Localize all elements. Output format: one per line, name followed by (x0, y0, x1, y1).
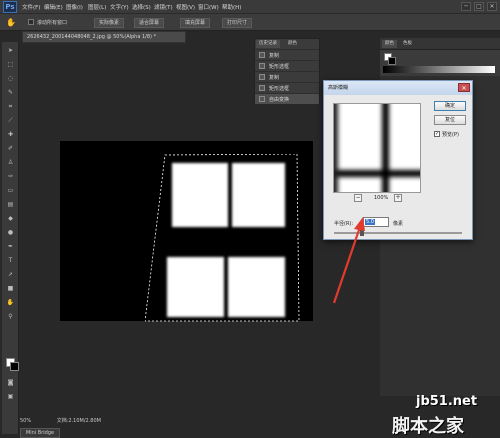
history-item[interactable]: 复制 (255, 71, 319, 82)
history-item-label: 复制 (269, 75, 280, 81)
brush-tool-icon[interactable]: ✐ (6, 146, 15, 152)
watermark-site: jb51.net (416, 394, 478, 409)
lasso-tool-icon[interactable]: ◌ (6, 76, 15, 82)
menu-help[interactable]: 帮助(H) (222, 3, 241, 11)
quick-mask-icon[interactable]: ◙ (6, 380, 15, 386)
history-state-icon (259, 85, 265, 91)
history-brush-tool-icon[interactable]: ✑ (6, 174, 15, 180)
history-item-label: 自由变换 (269, 97, 290, 103)
photoshop-logo-icon: Ps (3, 1, 17, 13)
preview-checkbox[interactable]: ✓ (434, 131, 440, 137)
tools-panel: ➤ ⬚ ◌ ✎ ⌗ ⟋ ✚ ✐ ♙ ✑ ▭ ▤ ◆ ● ✒ T ➚ ■ ✋ ⚲ … (2, 42, 19, 434)
close-icon[interactable]: ✕ (458, 83, 470, 92)
path-select-tool-icon[interactable]: ➚ (6, 272, 15, 278)
pen-tool-icon[interactable]: ✒ (6, 244, 15, 250)
menu-window[interactable]: 窗口(W) (198, 3, 219, 11)
hand-tool-icon[interactable]: ✋ (6, 300, 15, 306)
background-color-swatch[interactable] (10, 362, 19, 371)
preview-label: 预览(P) (442, 132, 459, 138)
history-state-icon (259, 52, 265, 58)
document-canvas[interactable] (60, 141, 313, 322)
history-item-label: 复制 (269, 53, 280, 59)
history-item-label: 矩形选框 (269, 64, 290, 70)
tab-swatches[interactable]: 色板 (400, 40, 415, 48)
zoom-level[interactable]: 50% (20, 418, 31, 424)
radius-unit: 像素 (393, 221, 404, 227)
status-bar: 50% 文档:2.10M/2.80M (20, 417, 320, 426)
selection-marquee (145, 154, 300, 322)
history-panel: 历史记录 颜色 复制 矩形选框 复制 矩形选框 自由变换 (254, 38, 320, 104)
gradient-tool-icon[interactable]: ▤ (6, 202, 15, 208)
crop-tool-icon[interactable]: ⌗ (6, 104, 15, 110)
color-panel (380, 50, 500, 76)
fit-screen-button[interactable]: 适合屏幕 (134, 18, 165, 28)
preview-window[interactable] (333, 103, 421, 193)
tab-color-right[interactable]: 颜色 (382, 40, 397, 48)
menu-file[interactable]: 文件(F) (22, 3, 40, 11)
history-state-icon (259, 63, 265, 69)
zoom-in-button[interactable]: + (394, 194, 402, 202)
preview-transom (334, 170, 420, 177)
eyedropper-tool-icon[interactable]: ⟋ (6, 118, 15, 124)
menu-select[interactable]: 选择(S) (132, 3, 151, 11)
menu-bar: Ps 文件(F) 编辑(E) 图像(I) 图层(L) 文字(Y) 选择(S) 滤… (0, 0, 500, 14)
menu-layer[interactable]: 图层(L) (88, 3, 106, 11)
zoom-out-button[interactable]: − (354, 194, 362, 202)
options-bar: ✋ 滚动所有窗口 实际像素 适合屏幕 填充屏幕 打印尺寸 (0, 14, 500, 31)
history-state-icon (259, 96, 265, 102)
blur-tool-icon[interactable]: ◆ (6, 216, 15, 222)
history-item[interactable]: 矩形选框 (255, 60, 319, 71)
maximize-button[interactable]: □ (474, 2, 484, 11)
marquee-tool-icon[interactable]: ⬚ (6, 62, 15, 68)
actual-pixels-button[interactable]: 实际像素 (94, 18, 125, 28)
preview-edge (334, 104, 338, 192)
fill-screen-button[interactable]: 填充屏幕 (180, 18, 211, 28)
panel-background-swatch[interactable] (388, 57, 396, 65)
type-tool-icon[interactable]: T (6, 258, 15, 264)
document-tab[interactable]: 2626432_200144048048_2.jpg @ 50%(Alpha 1… (22, 31, 186, 43)
dialog-title: 高斯模糊 (324, 81, 472, 95)
watermark-text: 脚本之家 (392, 416, 464, 437)
print-size-button[interactable]: 打印尺寸 (222, 18, 253, 28)
ok-button[interactable]: 确定 (434, 101, 466, 111)
window-controls: ─ □ ✕ (461, 2, 497, 11)
preview-mullion (382, 104, 389, 192)
history-item-label: 矩形选框 (269, 86, 290, 92)
history-item[interactable]: 复制 (255, 49, 319, 60)
screen-mode-icon[interactable]: ▣ (6, 394, 15, 400)
menu-edit[interactable]: 编辑(E) (44, 3, 63, 11)
quick-select-tool-icon[interactable]: ✎ (6, 90, 15, 96)
hand-tool-icon: ✋ (6, 18, 16, 27)
right-panel-tabs: 颜色 色板 (380, 38, 500, 50)
menu-view[interactable]: 视图(V) (176, 3, 195, 11)
eraser-tool-icon[interactable]: ▭ (6, 188, 15, 194)
color-ramp[interactable] (383, 66, 495, 73)
shape-tool-icon[interactable]: ■ (6, 286, 15, 292)
tab-color[interactable]: 颜色 (285, 40, 300, 48)
stamp-tool-icon[interactable]: ♙ (6, 160, 15, 166)
scroll-all-windows-label: 滚动所有窗口 (37, 20, 68, 26)
move-tool-icon[interactable]: ➤ (6, 48, 15, 54)
tab-history[interactable]: 历史记录 (256, 40, 280, 48)
history-item[interactable]: 矩形选框 (255, 82, 319, 93)
zoom-tool-icon[interactable]: ⚲ (6, 314, 15, 320)
healing-tool-icon[interactable]: ✚ (6, 132, 15, 138)
menu-type[interactable]: 文字(Y) (110, 3, 129, 11)
close-window-button[interactable]: ✕ (487, 2, 497, 11)
reset-button[interactable]: 复位 (434, 115, 466, 125)
preview-zoom: 100% (374, 195, 389, 201)
document-size: 文档:2.10M/2.80M (56, 418, 101, 424)
menu-filter[interactable]: 滤镜(T) (154, 3, 173, 11)
scroll-all-windows-checkbox[interactable] (28, 19, 34, 25)
history-state-icon (259, 74, 265, 80)
history-item-active[interactable]: 自由变换 (255, 93, 319, 104)
menu-image[interactable]: 图像(I) (66, 3, 83, 11)
mini-bridge-tab[interactable]: Mini Bridge (20, 428, 60, 438)
dodge-tool-icon[interactable]: ● (6, 230, 15, 236)
annotation-arrow-icon (332, 217, 365, 304)
minimize-button[interactable]: ─ (461, 2, 471, 11)
